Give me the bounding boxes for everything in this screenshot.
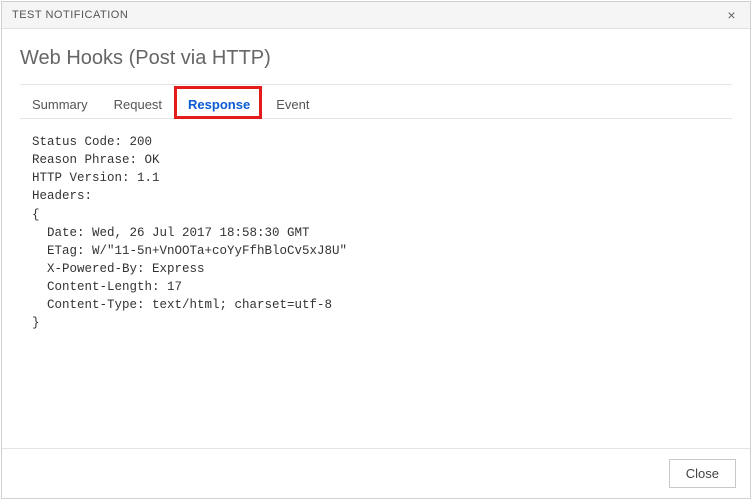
- response-text: Status Code: 200 Reason Phrase: OK HTTP …: [20, 127, 732, 338]
- page-title: Web Hooks (Post via HTTP): [20, 47, 732, 70]
- tab-request[interactable]: Request: [102, 89, 174, 118]
- tab-summary[interactable]: Summary: [20, 89, 100, 118]
- divider: [20, 84, 732, 85]
- content-area: Web Hooks (Post via HTTP) Summary Reques…: [2, 29, 750, 448]
- tab-response[interactable]: Response: [176, 89, 262, 118]
- footer: Close: [2, 448, 750, 498]
- close-icon[interactable]: ×: [723, 7, 740, 23]
- window-title: TEST NOTIFICATION: [12, 9, 128, 21]
- tab-event[interactable]: Event: [264, 89, 321, 118]
- response-body: Status Code: 200 Reason Phrase: OK HTTP …: [20, 127, 732, 448]
- tabs: Summary Request Response Event: [20, 89, 732, 119]
- tab-strip: Summary Request Response Event: [20, 89, 732, 127]
- titlebar: TEST NOTIFICATION ×: [2, 2, 750, 29]
- dialog: TEST NOTIFICATION × Web Hooks (Post via …: [1, 1, 751, 499]
- close-button[interactable]: Close: [669, 459, 736, 488]
